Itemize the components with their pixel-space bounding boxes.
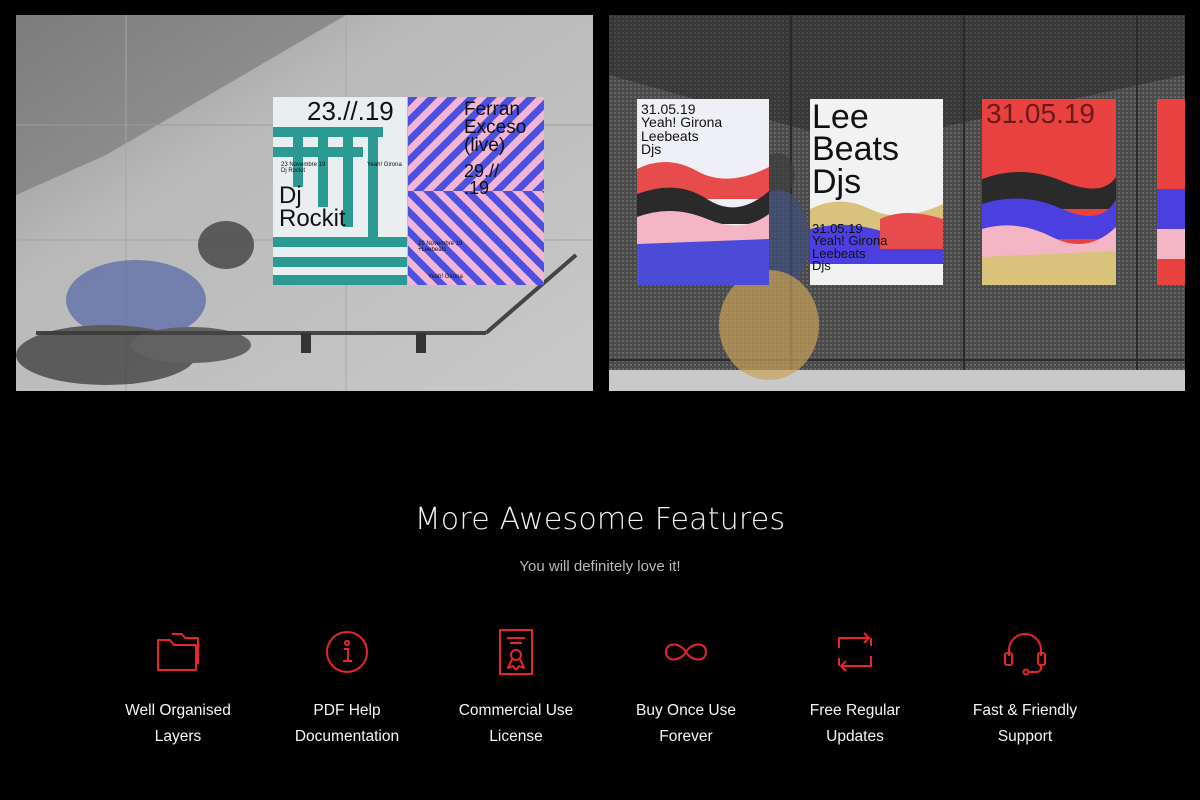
poster-meta: 23 Novembre 19 Dj Rockit xyxy=(281,162,326,174)
poster-sub: 31.05.19 Yeah! Girona Leebeats Djs xyxy=(812,221,888,274)
poster-title: Ferran Exceso (live) xyxy=(464,99,527,157)
poster-meta: 29 Novembre 19 +Leebeats xyxy=(418,241,463,253)
info-icon xyxy=(326,631,368,673)
poster-date: 29.// .19 xyxy=(464,161,500,199)
feature-free-regular-updates: Free Regular Updates xyxy=(775,626,935,750)
poster-ferran-exceso: Ferran Exceso (live) 29.// .19 29 Novemb… xyxy=(408,97,544,285)
feature-label: Well Organised Layers xyxy=(125,702,231,745)
poster-date: 23.//.19 xyxy=(307,97,394,126)
poster-venue: Yeah! Girona xyxy=(428,274,463,280)
poster-leebeats-left: 31.05.19 Yeah! Girona Leebeats Djs xyxy=(637,99,769,285)
poster-title: Dj Rockit xyxy=(279,182,346,232)
certificate-icon xyxy=(499,629,533,675)
feature-commercial-use-license: Commercial Use License xyxy=(436,626,596,750)
refresh-icon xyxy=(838,632,872,672)
feature-fast-friendly-support: Fast & Friendly Support xyxy=(945,626,1105,750)
headset-icon xyxy=(1004,633,1046,676)
poster-venue: Yeah! Girona xyxy=(367,162,402,168)
feature-label: Commercial Use License xyxy=(458,702,574,745)
poster-date: 31.05.19 xyxy=(986,99,1095,129)
folder-icon xyxy=(157,633,199,671)
poster-dj-rockit: 23.//.19 23 Novembre 19 Dj Rockit Yeah! … xyxy=(273,97,407,285)
mockup-photo-concrete-wall: 23.//.19 23 Novembre 19 Dj Rockit Yeah! … xyxy=(16,15,593,391)
feature-pdf-help-documentation: PDF Help Documentation xyxy=(267,626,427,750)
infinity-icon xyxy=(664,643,708,661)
features-subheading: You will definitely love it! xyxy=(519,558,681,575)
poster-title: Lee Beats Djs xyxy=(812,99,899,201)
poster-31-05-19: 31.05.19 xyxy=(982,99,1116,285)
poster-cropped-edge xyxy=(1157,99,1185,285)
feature-label: Fast & Friendly Support xyxy=(972,702,1078,745)
feature-label: Free Regular Updates xyxy=(809,702,901,745)
feature-label: Buy Once Use Forever xyxy=(636,702,736,745)
mockup-photo-metal-wall: 31.05.19 Yeah! Girona Leebeats Djs Lee B… xyxy=(609,15,1185,391)
poster-text: 31.05.19 Yeah! Girona Leebeats Djs xyxy=(641,101,723,157)
feature-buy-once-use-forever: Buy Once Use Forever xyxy=(606,626,766,750)
feature-well-organised-layers: Well Organised Layers xyxy=(98,626,258,750)
feature-label: PDF Help Documentation xyxy=(294,702,400,745)
poster-lee-beats-djs: Lee Beats Djs 31.05.19 Yeah! Girona Leeb… xyxy=(810,99,943,285)
features-heading: More Awesome Features xyxy=(414,502,786,537)
